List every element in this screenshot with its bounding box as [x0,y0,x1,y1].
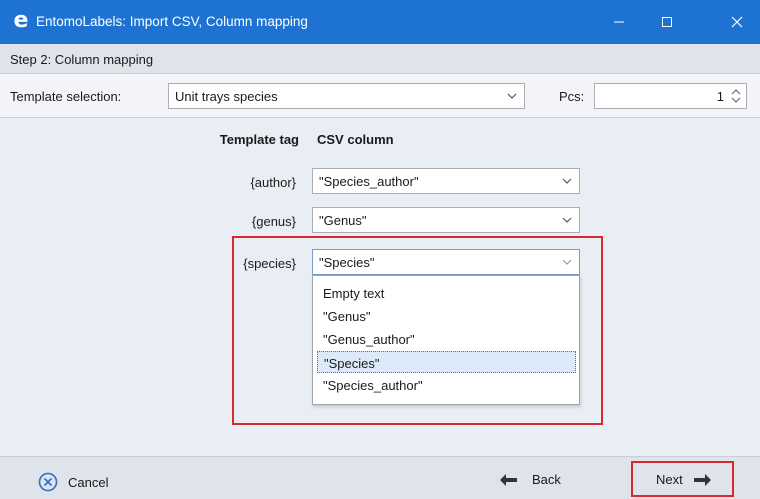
species-mapping-highlight [232,236,603,425]
pcs-label: Pcs: [559,89,585,104]
column-select-author[interactable]: "Species_author" [312,168,580,194]
arrow-left-icon [500,473,517,486]
step-bar: Step 2: Column mapping [0,44,760,74]
pcs-value: 1 [716,89,724,104]
minimize-icon [614,21,624,23]
step-label: Step 2: Column mapping [10,52,154,67]
minimize-button[interactable] [596,0,642,44]
maximize-icon [662,17,672,27]
title-bar: e EntomoLabels: Import CSV, Column mappi… [0,0,760,44]
csv-column-header: CSV column [317,132,394,147]
template-tag-header: Template tag [219,132,299,147]
next-button-highlight [631,461,734,497]
close-icon [731,16,743,28]
pcs-stepper[interactable]: 1 [594,83,747,109]
cancel-label: Cancel [68,474,109,490]
column-select-value: "Species_author" [319,174,419,189]
back-button[interactable]: Back [498,472,561,487]
chevron-down-icon [562,178,572,184]
template-selection-label: Template selection: [10,89,122,104]
tag-author: {author} [250,175,296,190]
chevron-down-icon [507,93,517,99]
column-select-genus[interactable]: "Genus" [312,207,580,233]
template-select-value: Unit trays species [175,89,278,104]
tag-genus: {genus} [251,214,296,229]
back-label: Back [532,472,561,487]
column-select-value: "Genus" [319,213,367,228]
cancel-button[interactable]: Cancel [38,472,108,492]
close-button[interactable] [714,0,760,44]
cancel-circle-icon [38,472,58,492]
template-select[interactable]: Unit trays species [168,83,525,109]
app-logo-icon: e [13,8,29,33]
window-title: EntomoLabels: Import CSV, Column mapping [36,14,308,29]
chevron-down-icon [562,217,572,223]
maximize-button[interactable] [644,0,690,44]
spin-arrows-icon[interactable] [730,86,742,106]
